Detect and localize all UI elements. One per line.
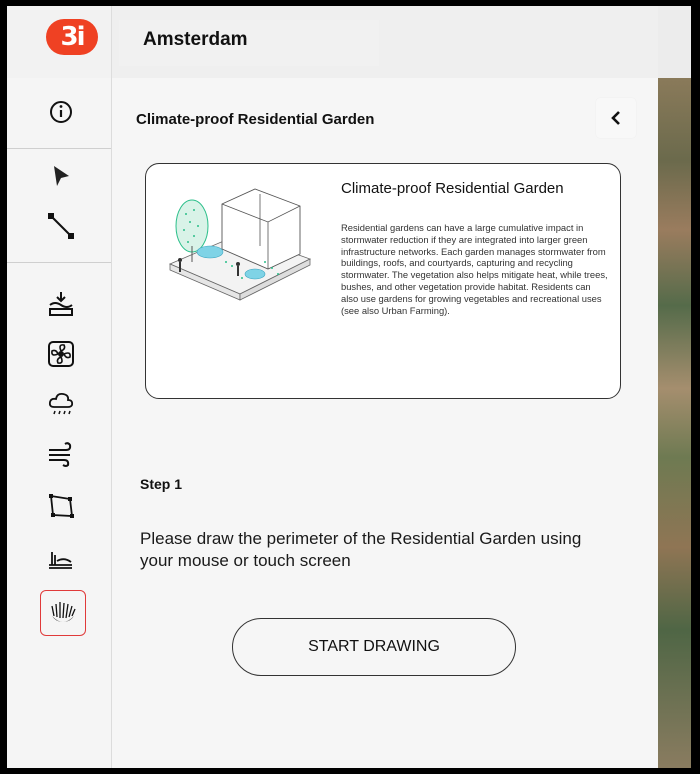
panel-title: Climate-proof Residential Garden — [136, 111, 375, 128]
chevron-left-icon — [611, 111, 620, 125]
top-bar: 3i Amsterdam — [7, 6, 691, 78]
card-title: Climate-proof Residential Garden — [341, 180, 564, 197]
terrain-icon — [49, 552, 72, 569]
info-icon — [50, 101, 72, 123]
tool-info[interactable] — [43, 94, 79, 130]
pointer-icon — [54, 166, 69, 186]
collapse-panel-button[interactable] — [596, 98, 636, 138]
tool-flood[interactable] — [43, 286, 79, 322]
toolbar-divider — [7, 148, 111, 149]
logo-cell: 3i — [7, 6, 112, 78]
tool-polygon[interactable] — [43, 488, 79, 524]
garden-icon — [51, 602, 76, 622]
city-name: Amsterdam — [143, 29, 248, 50]
tool-wind[interactable] — [43, 436, 79, 472]
line-icon — [48, 213, 74, 239]
tool-panel: Climate-proof Residential Garden Climate… — [112, 78, 658, 768]
tool-terrain[interactable] — [43, 540, 79, 576]
tool-line[interactable] — [43, 208, 79, 244]
city-selector[interactable]: Amsterdam — [119, 20, 379, 66]
garden-illustration — [168, 188, 312, 301]
flood-icon — [49, 292, 73, 316]
intervention-info-card: Climate-proof Residential Garden Residen… — [145, 163, 621, 399]
app-window: 3i Amsterdam Climate-proof Residential G… — [7, 6, 691, 768]
tool-ventilation[interactable] — [43, 336, 79, 372]
tool-sidebar — [7, 78, 112, 768]
app-logo[interactable]: 3i — [46, 19, 98, 55]
polygon-icon — [49, 494, 74, 518]
step-instructions: Please draw the perimeter of the Residen… — [140, 529, 582, 570]
start-drawing-button[interactable]: START DRAWING — [232, 618, 516, 676]
rain-cloud-icon — [48, 392, 74, 415]
step-label: Step 1 — [140, 476, 183, 492]
toolbar-divider — [7, 262, 111, 263]
wind-icon — [49, 442, 72, 467]
header-filler — [658, 6, 691, 78]
tool-select[interactable] — [43, 158, 79, 194]
tool-residential-garden[interactable] — [40, 590, 86, 636]
fan-icon — [48, 341, 74, 367]
card-description: Residential gardens can have a large cum… — [341, 222, 608, 316]
tool-rain[interactable] — [43, 386, 79, 422]
map-view[interactable] — [658, 78, 691, 768]
